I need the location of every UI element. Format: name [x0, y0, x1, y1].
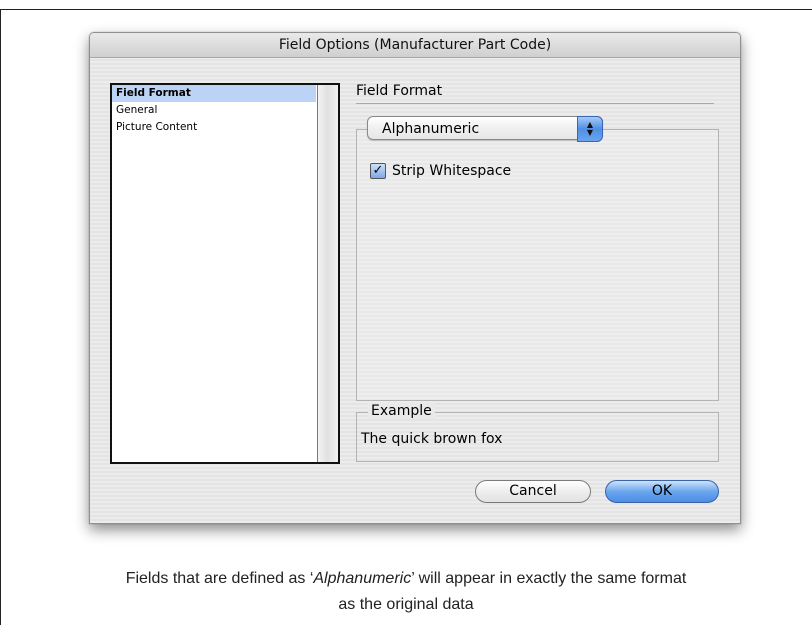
- category-list-items: Field Format General Picture Content: [112, 85, 316, 462]
- caption-emphasis: Alphanumeric: [313, 570, 412, 587]
- caption: Fields that are defined as ‘Alphanumeric…: [0, 566, 812, 618]
- strip-whitespace-label: Strip Whitespace: [392, 163, 512, 179]
- dialog-title: Field Options (Manufacturer Part Code): [278, 37, 552, 53]
- strip-whitespace-option[interactable]: ✓ Strip Whitespace: [370, 162, 511, 180]
- page-frame-top: [0, 9, 812, 10]
- strip-whitespace-checkbox[interactable]: ✓: [370, 163, 386, 179]
- list-item-general[interactable]: General: [112, 102, 316, 119]
- popup-arrows-icon: ▲ ▼: [577, 116, 603, 142]
- cancel-button[interactable]: Cancel: [475, 480, 591, 503]
- dialog-titlebar: Field Options (Manufacturer Part Code): [90, 33, 740, 58]
- caption-text-after: ’ will appear in exactly the same format: [411, 570, 687, 587]
- page-frame-left: [0, 9, 1, 625]
- example-legend: Example: [368, 403, 435, 419]
- field-options-dialog: Field Options (Manufacturer Part Code) F…: [89, 32, 741, 524]
- list-item-picture-content[interactable]: Picture Content: [112, 119, 316, 136]
- caption-line-1: Fields that are defined as ‘Alphanumeric…: [0, 566, 812, 592]
- ok-button[interactable]: OK: [605, 480, 719, 503]
- format-popup[interactable]: Alphanumeric ▲ ▼: [367, 116, 603, 142]
- list-item-field-format[interactable]: Field Format: [112, 85, 316, 102]
- example-text: The quick brown fox: [361, 431, 503, 447]
- list-scrollbar[interactable]: [317, 85, 338, 462]
- format-popup-value: Alphanumeric: [382, 121, 480, 137]
- category-list: Field Format General Picture Content: [110, 83, 340, 464]
- section-title: Field Format: [356, 83, 714, 104]
- caption-text-before: Fields that are defined as ‘: [125, 570, 314, 587]
- caption-line-2: as the original data: [338, 596, 474, 613]
